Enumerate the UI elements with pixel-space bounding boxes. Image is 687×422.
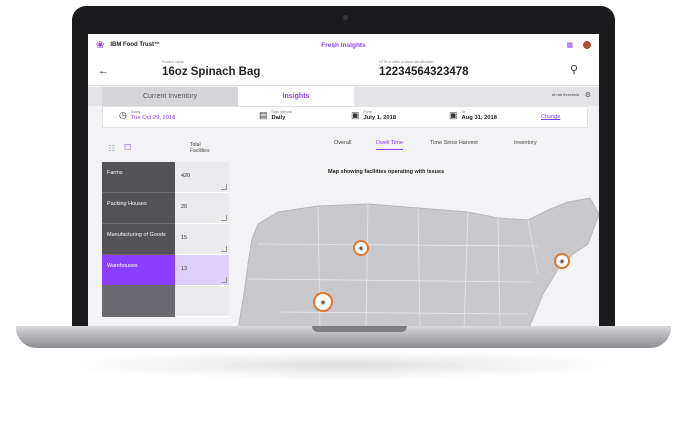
facility-count: 420 xyxy=(175,162,229,193)
columns-icon[interactable]: ☷ xyxy=(108,144,115,153)
to-block[interactable]: ▣ To Aug 31, 2018 xyxy=(449,110,497,121)
corner-icon xyxy=(221,184,227,190)
bar-chart-icon: ▤ xyxy=(259,110,268,120)
facility-name: Warehouses xyxy=(102,255,175,286)
webcam xyxy=(343,15,348,20)
today-value: Tue Oct 29, 2018 xyxy=(130,115,176,121)
facility-row-warehouses[interactable]: Warehouses 13 xyxy=(102,255,229,286)
top-icons: ▦ xyxy=(566,41,591,49)
corner-icon xyxy=(221,277,227,283)
laptop-shadow xyxy=(60,350,627,380)
tab-inventory[interactable]: Inventory xyxy=(514,140,537,146)
facility-count-value: 420 xyxy=(181,173,191,179)
app-grid-icon[interactable]: ▦ xyxy=(566,41,573,49)
search-icon[interactable]: ⚲ xyxy=(570,63,578,76)
facility-name: Farms xyxy=(102,162,175,193)
map-pin-icon[interactable]: ◉ xyxy=(554,253,570,269)
facilities-header: ☷ ☐ Total Facilities xyxy=(108,138,218,160)
tab-current-inventory[interactable]: Current Inventory xyxy=(102,87,238,106)
risk-threshold-label[interactable]: At risk threshold xyxy=(552,93,579,97)
package-icon[interactable]: ☐ xyxy=(124,143,131,152)
facility-name: Packing Houses xyxy=(102,193,175,224)
facility-row-packing-houses[interactable]: Packing Houses 20 xyxy=(102,193,229,224)
tab-dwell-time[interactable]: Dwell Time xyxy=(376,140,403,150)
main-tabs: Current Inventory Insights At risk thres… xyxy=(88,87,599,106)
facility-row-farms[interactable]: Farms 420 xyxy=(102,162,229,193)
corner-icon xyxy=(221,246,227,252)
facility-count-value: 20 xyxy=(181,204,188,210)
facility-name-placeholder xyxy=(102,286,175,317)
map-pin-icon[interactable]: ◉ xyxy=(313,292,333,312)
app-title: Fresh Insights xyxy=(321,41,366,49)
facility-count-placeholder xyxy=(175,286,229,317)
top-bar: ❀ IBM Food Trust™ Fresh Insights ▦ xyxy=(88,34,599,56)
app-screen: ❀ IBM Food Trust™ Fresh Insights ▦ ← Pro… xyxy=(88,34,599,330)
product-name-label: Product name xyxy=(162,60,184,64)
calendar-icon: ▣ xyxy=(351,110,360,120)
date-bar: ◷ Today Tue Oct 29, 2018 ▤ Data Interval… xyxy=(102,106,588,128)
arrow-left-icon[interactable]: ← xyxy=(98,65,109,77)
facility-row-more xyxy=(102,286,229,317)
tab-insights[interactable]: Insights xyxy=(238,87,354,106)
grape-icon: ❀ xyxy=(96,39,105,51)
from-block[interactable]: ▣ From July 1, 2018 xyxy=(351,110,396,121)
clock-icon: ◷ xyxy=(119,110,127,120)
brand-name: IBM Food Trust™ xyxy=(110,42,161,48)
product-header: ← Product name 16oz Spinach Bag GTIN or … xyxy=(88,56,599,86)
facility-count: 15 xyxy=(175,224,229,255)
today-block: ◷ Today Tue Oct 29, 2018 xyxy=(119,110,175,121)
map-pin-icon[interactable]: ◉ xyxy=(353,240,369,256)
tab-overall[interactable]: Overall xyxy=(334,140,351,146)
laptop-base xyxy=(16,326,671,348)
user-avatar-icon[interactable] xyxy=(583,41,591,49)
gtin-value: 12234564323478 xyxy=(379,66,469,78)
facility-count-value: 13 xyxy=(181,266,188,272)
laptop-lid: ❀ IBM Food Trust™ Fresh Insights ▦ ← Pro… xyxy=(72,6,615,334)
facility-count: 13 xyxy=(175,255,229,286)
tab-time-since-harvest[interactable]: Time Since Harvest xyxy=(430,140,478,146)
from-value: July 1, 2018 xyxy=(363,115,397,121)
facility-row-manufacturing[interactable]: Manufacturing of Goods 15 xyxy=(102,224,229,255)
gear-icon[interactable]: ⚙ xyxy=(585,91,591,99)
total-facilities-label: Total Facilities xyxy=(190,142,210,154)
to-value: Aug 31, 2018 xyxy=(461,115,497,121)
us-map[interactable] xyxy=(238,184,599,330)
gtin-label: GTIN or other product identification xyxy=(379,60,434,64)
corner-icon xyxy=(221,215,227,221)
facility-count-value: 15 xyxy=(181,235,188,241)
change-dates-link[interactable]: Change xyxy=(541,114,560,120)
map-caption: Map showing facilities operating with is… xyxy=(328,169,445,175)
facility-name: Manufacturing of Goods xyxy=(102,224,175,255)
product-name: 16oz Spinach Bag xyxy=(162,66,261,78)
interval-value: Daily xyxy=(271,115,286,121)
facility-count: 20 xyxy=(175,193,229,224)
calendar-icon: ▣ xyxy=(449,110,458,120)
laptop-notch xyxy=(312,326,407,332)
interval-block[interactable]: ▤ Data Interval Daily xyxy=(259,110,291,121)
laptop-scene: ❀ IBM Food Trust™ Fresh Insights ▦ ← Pro… xyxy=(0,0,687,422)
